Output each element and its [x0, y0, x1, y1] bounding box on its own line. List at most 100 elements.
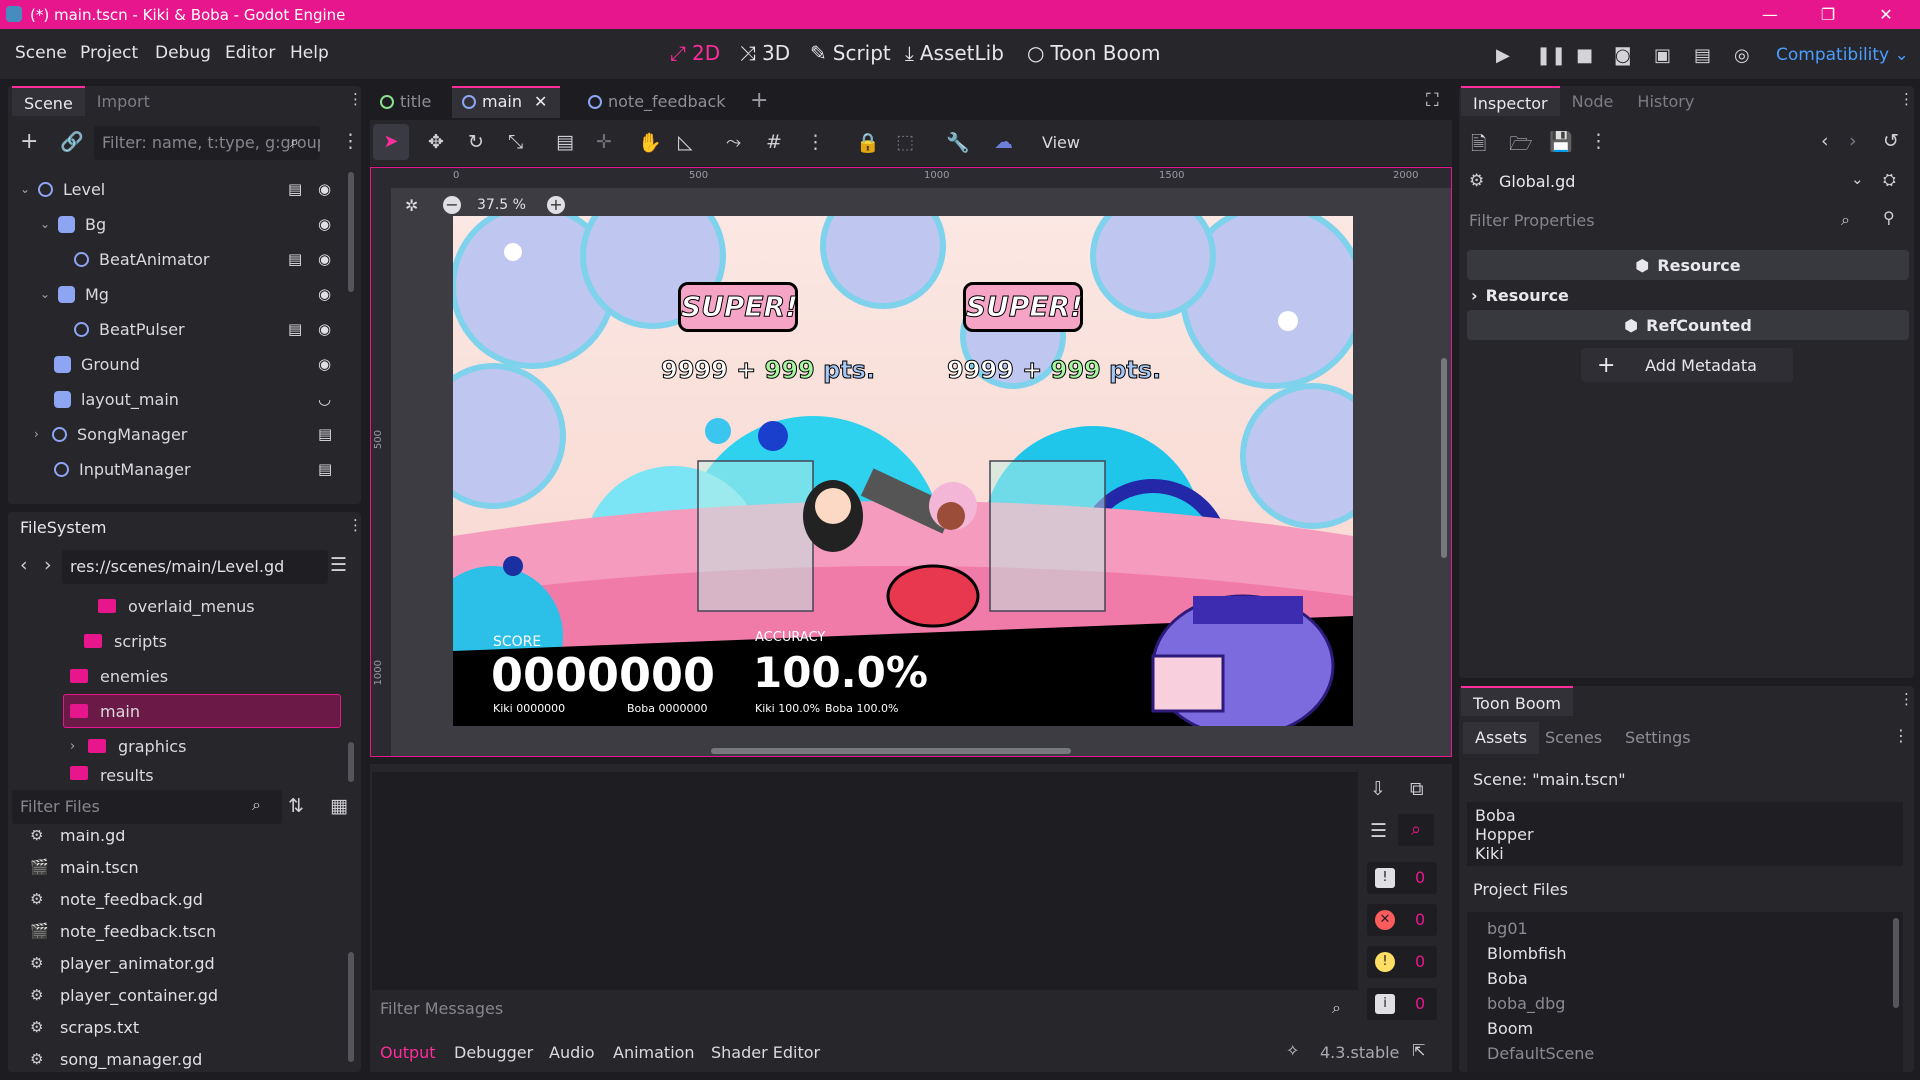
workspace-toonboom-button[interactable]: ○ Toon Boom — [1027, 41, 1160, 65]
minimize-button[interactable]: — — [1742, 0, 1798, 29]
search-toggle-icon[interactable]: ⌕ — [1398, 814, 1434, 846]
add-node-icon[interactable]: + — [20, 129, 38, 154]
dock-menu-icon[interactable]: ⋮ — [348, 90, 363, 108]
asset-item[interactable]: Hopper — [1475, 825, 1895, 844]
visibility-hidden-icon[interactable]: ◡ — [318, 390, 331, 408]
view-menu-button[interactable]: View — [1042, 133, 1080, 152]
copy-icon[interactable]: ⧉ — [1410, 778, 1424, 800]
tree-node-songmanager[interactable]: › SongManager — [34, 417, 364, 451]
expand-panel-icon[interactable]: ⇱ — [1412, 1041, 1425, 1060]
scene-filter-input[interactable]: Filter: name, t:type, g:group — [94, 126, 320, 160]
tab-audio[interactable]: Audio — [549, 1043, 594, 1062]
close-window-button[interactable]: ✕ — [1858, 0, 1914, 29]
filter-messages-input[interactable]: Filter Messages — [372, 992, 1358, 1028]
workspace-script-button[interactable]: ✎ Script — [810, 41, 891, 65]
play-scene-icon[interactable]: ▣ — [1654, 45, 1671, 66]
tab-output[interactable]: Output — [380, 1043, 436, 1062]
split-view-icon[interactable]: ☰ — [330, 554, 347, 576]
play-custom-scene-icon[interactable]: ▤ — [1694, 45, 1711, 66]
scale-mode-icon[interactable]: ⤡ — [508, 131, 523, 153]
smart-snap-icon[interactable]: ⤳ — [726, 131, 741, 153]
errors-counter[interactable]: ✕ 0 — [1367, 904, 1437, 936]
link-icon[interactable]: 🔗 — [60, 130, 84, 153]
file-item[interactable]: ⚙ note_feedback.gd — [30, 884, 203, 914]
folder-row[interactable]: enemies — [70, 661, 168, 691]
dock-menu-icon[interactable]: ⋮ — [1899, 690, 1914, 708]
refcounted-section-header[interactable]: ⬢ RefCounted — [1467, 310, 1909, 340]
add-tab-icon[interactable]: + — [750, 88, 768, 113]
tab-scene[interactable]: Scene — [12, 86, 85, 116]
scene-tab-main[interactable]: main ✕ — [452, 86, 560, 118]
script-icon[interactable]: ▤ — [288, 180, 302, 198]
visibility-icon[interactable]: ◉ — [318, 355, 331, 373]
workspace-assetlib-button[interactable]: ⤓ AssetLib — [905, 41, 1004, 65]
filter-files-input[interactable]: Filter Files — [12, 790, 282, 824]
zoom-out-icon[interactable]: − — [443, 196, 461, 214]
visibility-icon[interactable]: ◉ — [318, 215, 331, 233]
tab-node[interactable]: Node — [1560, 86, 1626, 116]
zoom-in-icon[interactable]: + — [547, 196, 565, 214]
tree-node-inputmanager[interactable]: InputManager — [54, 452, 384, 486]
save-resource-icon[interactable]: 💾 — [1549, 130, 1573, 153]
tree-node-beatanimator[interactable]: BeatAnimator — [74, 242, 404, 276]
folder-row-main[interactable]: main — [70, 696, 140, 726]
back-icon[interactable]: ‹ — [20, 554, 28, 576]
file-item[interactable]: 🎬 main.tscn — [30, 852, 139, 882]
folder-row[interactable]: results — [70, 766, 154, 784]
tab-inspector[interactable]: Inspector — [1461, 86, 1560, 116]
file-item[interactable]: ⚙ main.gd — [30, 830, 125, 850]
close-icon[interactable]: ✕ — [534, 92, 547, 111]
tab-shader-editor[interactable]: Shader Editor — [711, 1043, 820, 1062]
resource-menu-icon[interactable]: ⋮ — [1589, 130, 1608, 152]
load-resource-icon[interactable]: 🗁 — [1509, 130, 1533, 162]
toonboom-options-icon[interactable]: ⋮ — [1893, 726, 1909, 745]
menu-editor[interactable]: Editor — [225, 43, 275, 63]
file-item[interactable]: ⚙ player_container.gd — [30, 980, 218, 1010]
tree-node-layout-main[interactable]: layout_main — [54, 382, 384, 416]
grid-snap-icon[interactable]: # — [766, 131, 782, 153]
lock-icon[interactable]: 🔒 — [856, 131, 880, 154]
viewport-vscrollbar[interactable] — [1441, 358, 1447, 558]
edited-resource-name[interactable]: Global.gd — [1499, 172, 1575, 191]
warnings-counter[interactable]: ! 0 — [1367, 946, 1437, 978]
distraction-free-icon[interactable]: ⛶ — [1426, 90, 1439, 111]
renderer-select[interactable]: Compatibility ⌄ — [1776, 45, 1909, 65]
movie-maker-icon[interactable]: ◎ — [1734, 45, 1750, 66]
stop-icon[interactable]: ■ — [1576, 45, 1593, 66]
rotate-mode-icon[interactable]: ↻ — [468, 131, 484, 153]
project-file-item[interactable]: bg01 — [1487, 916, 1883, 941]
resource-section-header[interactable]: ⬢ Resource — [1467, 250, 1909, 280]
tree-node-beatpulser[interactable]: BeatPulser — [74, 312, 404, 346]
ruler-mode-icon[interactable]: ◺ — [678, 131, 693, 153]
project-files-scrollbar[interactable] — [1893, 918, 1899, 1008]
project-file-item[interactable]: Blombfish — [1487, 941, 1883, 966]
tab-settings[interactable]: Settings — [1625, 728, 1691, 747]
filesystem-path-input[interactable]: res://scenes/main/Level.gd — [62, 550, 328, 584]
menu-scene[interactable]: Scene — [15, 43, 67, 63]
chevron-down-icon[interactable]: ⌄ — [20, 182, 38, 196]
visibility-icon[interactable]: ◉ — [318, 320, 331, 338]
collapse-icon[interactable]: ☰ — [1370, 820, 1387, 842]
fs-tree-scrollbar[interactable] — [348, 742, 354, 782]
pause-icon[interactable]: ❚❚ — [1536, 45, 1566, 66]
zoom-level[interactable]: 37.5 % — [477, 197, 526, 213]
chevron-down-icon[interactable]: ⌄ — [1851, 170, 1864, 188]
scene-tree-scrollbar[interactable] — [348, 172, 354, 292]
snap-options-icon[interactable]: ⋮ — [806, 131, 825, 153]
script-icon[interactable]: ▤ — [288, 250, 302, 268]
maximize-button[interactable]: ❐ — [1800, 0, 1856, 29]
remote-debug-icon[interactable]: ◙ — [1614, 45, 1631, 66]
history-back-icon[interactable]: ‹ — [1821, 130, 1829, 152]
viewport-hscrollbar[interactable] — [711, 748, 1071, 754]
file-item[interactable]: ⚙ song_manager.gd — [30, 1044, 202, 1072]
property-tools-icon[interactable]: ⚲ — [1883, 208, 1895, 227]
folder-row[interactable]: overlaid_menus — [98, 591, 255, 621]
asset-item[interactable]: Boba — [1475, 806, 1895, 825]
play-icon[interactable]: ▶ — [1496, 45, 1510, 66]
menu-debug[interactable]: Debug — [155, 43, 211, 63]
chevron-down-icon[interactable]: ⌄ — [40, 217, 58, 231]
workspace-3d-button[interactable]: ⤨ 3D — [740, 41, 790, 65]
script-icon[interactable]: ▤ — [318, 425, 332, 443]
dock-menu-icon[interactable]: ⋮ — [348, 516, 363, 534]
grid-view-icon[interactable]: ▦ — [330, 795, 348, 817]
